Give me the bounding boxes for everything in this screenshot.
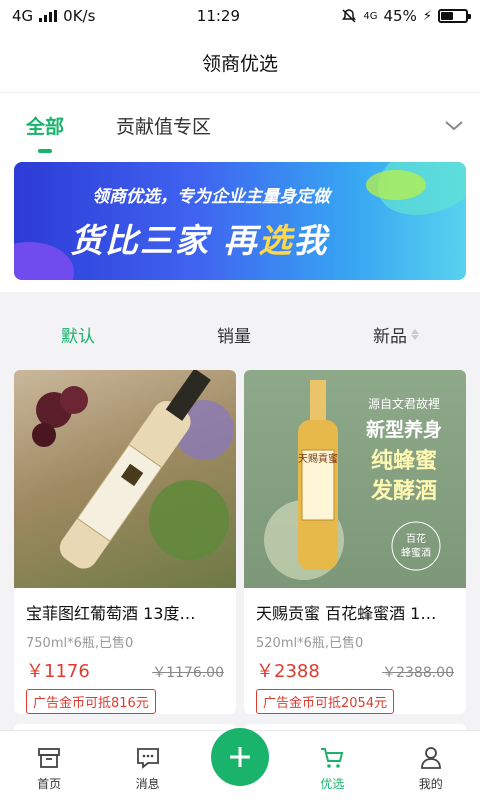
home-icon xyxy=(38,748,61,768)
banner-headline-part1: 货比三家 再 xyxy=(70,221,259,260)
clock: 11:29 xyxy=(196,7,241,25)
sort-default[interactable]: 默认 xyxy=(61,322,95,347)
mute-icon xyxy=(342,9,357,23)
product-meta: 520ml*6瓶,已售0 xyxy=(256,636,364,651)
coin-discount-badge: 广告金币可抵816元 xyxy=(26,689,156,714)
battery-fill xyxy=(440,12,453,20)
add-button[interactable] xyxy=(210,728,269,786)
bottle-label: 天赐貢蜜 xyxy=(298,452,338,465)
product-old-price: ￥1176.00 xyxy=(152,665,224,681)
banner-headline: 货比三家 再选我 xyxy=(70,214,329,262)
battery-percent: 45% xyxy=(383,7,417,25)
sort-arrows-icon xyxy=(411,328,419,340)
promo-banner[interactable]: 领商优选，专为企业主量身定做 货比三家 再选我 xyxy=(14,162,466,280)
nav-mine[interactable]: 我的 xyxy=(396,745,466,792)
nav-featured[interactable]: 优选 xyxy=(297,745,367,792)
page-title-bar: 领商优选 xyxy=(0,32,480,92)
banner-decoration xyxy=(14,242,74,280)
image-text-top: 源自文君故裡 xyxy=(368,396,440,411)
nav-mine-label: 我的 xyxy=(418,777,443,791)
chevron-down-icon[interactable] xyxy=(442,113,466,137)
category-tabs: 全部 贡献值专区 xyxy=(0,92,480,158)
image-badge-line1: 百花 xyxy=(406,532,426,545)
tab-all[interactable]: 全部 xyxy=(26,112,64,139)
sort-sales-label: 销量 xyxy=(217,326,251,347)
user-icon xyxy=(420,747,441,769)
banner-decoration xyxy=(366,170,426,200)
product-image-wine xyxy=(14,370,236,588)
page-title: 领商优选 xyxy=(201,52,278,75)
product-title: 天赐贡蜜 百花蜂蜜酒 1… xyxy=(256,604,437,623)
image-text-line2: 纯蜂蜜 xyxy=(371,448,437,474)
nav-home[interactable]: 首页 xyxy=(14,745,84,792)
signal-icon xyxy=(39,10,58,22)
product-old-price: ￥2388.00 xyxy=(382,665,454,681)
sort-new-label: 新品 xyxy=(373,326,407,347)
sort-default-label: 默认 xyxy=(61,326,95,347)
banner-headline-highlight: 选 xyxy=(258,221,294,260)
speed-label: 0K/s xyxy=(63,7,96,25)
image-badge-line2: 蜂蜜酒 xyxy=(401,546,431,559)
charging-icon: ⚡ xyxy=(422,8,432,24)
product-price: ￥2388 xyxy=(256,661,320,682)
banner-headline-part2: 我 xyxy=(293,221,329,260)
sort-new[interactable]: 新品 xyxy=(373,322,419,347)
battery-icon xyxy=(437,9,471,23)
status-bar: 4G 0K/s 11:29 4G 45% ⚡ xyxy=(0,0,480,32)
plus-icon xyxy=(229,747,250,767)
cart-icon xyxy=(321,748,344,768)
nav-messages[interactable]: 消息 xyxy=(113,745,183,792)
network-label: 4G xyxy=(12,7,34,25)
bottom-nav: 首页 消息 优选 我的 xyxy=(0,728,480,800)
banner-subtitle: 领商优选，专为企业主量身定做 xyxy=(92,187,330,207)
product-meta: 750ml*6瓶,已售0 xyxy=(26,636,134,651)
coin-discount-badge: 广告金币可抵2054元 xyxy=(256,689,395,714)
network-right-label: 4G xyxy=(363,10,378,22)
product-grid: 宝菲图红葡萄酒 13度… 750ml*6瓶,已售0 ￥1176 ￥1176.00… xyxy=(0,364,480,714)
product-card[interactable]: 宝菲图红葡萄酒 13度… 750ml*6瓶,已售0 ￥1176 ￥1176.00… xyxy=(14,370,236,714)
nav-messages-label: 消息 xyxy=(135,777,160,791)
product-card[interactable]: 天赐貢蜜 源自文君故裡 新型养身 纯蜂蜜 发酵酒 百花 蜂蜜酒 天赐贡蜜 百花蜂… xyxy=(244,370,466,714)
sort-bar: 默认 销量 新品 xyxy=(0,304,480,364)
tab-contribution-zone[interactable]: 贡献值专区 xyxy=(116,112,211,139)
sort-sales[interactable]: 销量 xyxy=(217,322,251,347)
nav-featured-label: 优选 xyxy=(320,777,345,791)
product-price: ￥1176 xyxy=(26,661,90,682)
honey-wine-illustration: 天赐貢蜜 源自文君故裡 新型养身 纯蜂蜜 发酵酒 百花 蜂蜜酒 xyxy=(264,380,442,580)
banner-container: 领商优选，专为企业主量身定做 货比三家 再选我 xyxy=(0,158,480,292)
product-title: 宝菲图红葡萄酒 13度… xyxy=(26,604,196,623)
nav-home-label: 首页 xyxy=(37,777,62,791)
image-text-line3: 发酵酒 xyxy=(370,478,437,504)
product-image-honey-wine: 天赐貢蜜 源自文君故裡 新型养身 纯蜂蜜 发酵酒 百花 蜂蜜酒 xyxy=(244,370,466,588)
image-text-line1: 新型养身 xyxy=(366,418,442,441)
message-icon xyxy=(136,748,159,769)
wine-bottle-illustration xyxy=(32,370,234,569)
